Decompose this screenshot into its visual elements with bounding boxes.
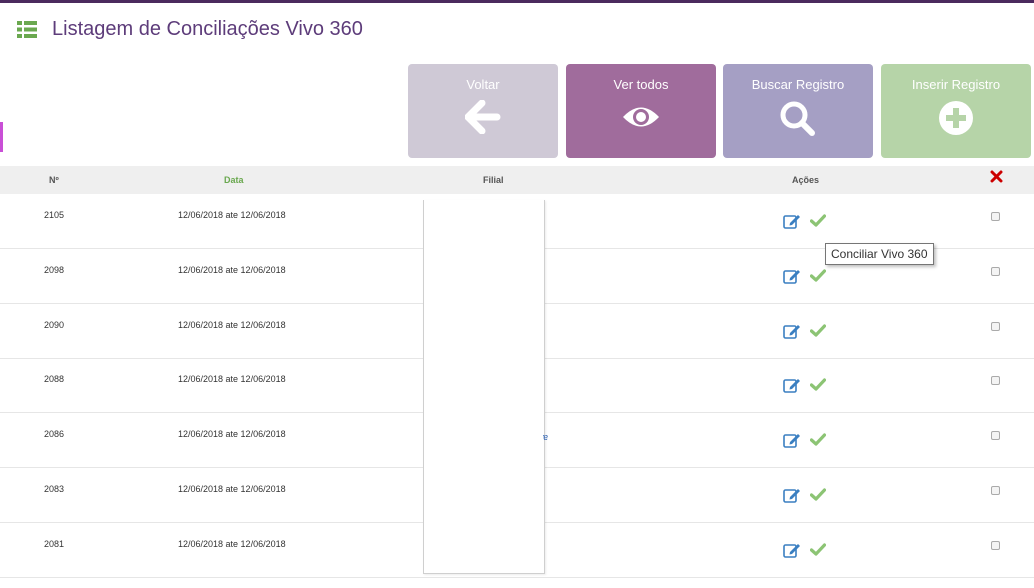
column-header-date[interactable]: Data — [224, 175, 244, 185]
edit-icon[interactable] — [783, 542, 801, 563]
row-date: 12/06/2018 ate 12/06/2018 — [178, 374, 286, 384]
row-date: 12/06/2018 ate 12/06/2018 — [178, 265, 286, 275]
table-header: Nº Data Filial Ações — [0, 166, 1034, 194]
column-header-branch[interactable]: Filial — [483, 175, 504, 185]
back-button[interactable]: Voltar — [408, 64, 558, 158]
overflow-marker: ɐ — [543, 432, 549, 442]
row-number: 2081 — [44, 539, 65, 549]
search-icon — [779, 100, 817, 141]
row-checkbox[interactable] — [991, 212, 1000, 221]
check-icon[interactable] — [809, 488, 827, 506]
row-date: 12/06/2018 ate 12/06/2018 — [178, 429, 286, 439]
view-all-button-label: Ver todos — [613, 77, 669, 92]
left-accent — [0, 122, 3, 152]
page-header: Listagem de Conciliações Vivo 360 — [17, 18, 363, 41]
check-icon[interactable] — [809, 378, 827, 396]
insert-record-button-label: Inserir Registro — [911, 77, 1001, 92]
row-date: 12/06/2018 ate 12/06/2018 — [178, 539, 286, 549]
row-number: 2083 — [44, 484, 65, 494]
back-button-label: Voltar — [466, 77, 500, 92]
tooltip: Conciliar Vivo 360 — [825, 243, 934, 265]
row-number: 2105 — [44, 210, 65, 220]
edit-icon[interactable] — [783, 268, 801, 289]
edit-icon[interactable] — [783, 432, 801, 453]
edit-icon[interactable] — [783, 213, 801, 234]
plus-circle-icon — [938, 100, 974, 141]
row-checkbox[interactable] — [991, 431, 1000, 440]
row-checkbox[interactable] — [991, 541, 1000, 550]
row-checkbox[interactable] — [991, 322, 1000, 331]
row-number: 2088 — [44, 374, 65, 384]
row-date: 12/06/2018 ate 12/06/2018 — [178, 210, 286, 220]
search-record-button[interactable]: Buscar Registro — [723, 64, 873, 158]
check-icon[interactable] — [809, 214, 827, 232]
column-header-actions: Ações — [792, 175, 820, 185]
check-icon[interactable] — [809, 543, 827, 561]
row-date: 12/06/2018 ate 12/06/2018 — [178, 484, 286, 494]
arrow-left-icon — [464, 99, 501, 139]
list-icon — [17, 21, 37, 38]
top-border — [0, 0, 1034, 3]
check-icon[interactable] — [809, 433, 827, 451]
column-header-number[interactable]: Nº — [49, 175, 59, 185]
page-title: Listagem de Conciliações Vivo 360 — [52, 18, 363, 40]
row-checkbox[interactable] — [991, 267, 1000, 276]
row-checkbox[interactable] — [991, 486, 1000, 495]
row-date: 12/06/2018 ate 12/06/2018 — [178, 320, 286, 330]
insert-record-button[interactable]: Inserir Registro — [881, 64, 1031, 158]
row-checkbox[interactable] — [991, 376, 1000, 385]
edit-icon[interactable] — [783, 323, 801, 344]
search-record-button-label: Buscar Registro — [751, 77, 845, 92]
edit-icon[interactable] — [783, 487, 801, 508]
branch-dropdown-panel[interactable] — [423, 200, 545, 574]
row-number: 2090 — [44, 320, 65, 330]
eye-icon — [621, 100, 661, 139]
check-icon[interactable] — [809, 324, 827, 342]
row-number: 2086 — [44, 429, 65, 439]
close-icon[interactable] — [990, 170, 1003, 185]
view-all-button[interactable]: Ver todos — [566, 64, 716, 158]
edit-icon[interactable] — [783, 377, 801, 398]
row-number: 2098 — [44, 265, 65, 275]
check-icon[interactable] — [809, 269, 827, 287]
